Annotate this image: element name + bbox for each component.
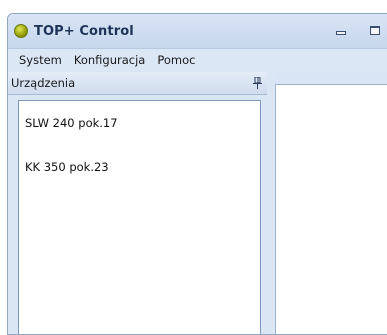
menu-konfiguracja[interactable]: Konfiguracja <box>69 51 150 69</box>
devices-panel-header: Urządzenia <box>8 72 267 95</box>
device-list[interactable]: SLW 240 pok.17 KK 350 pok.23 <box>18 100 261 334</box>
menu-pomoc[interactable]: Pomoc <box>152 51 200 69</box>
maximize-button[interactable] <box>366 22 384 38</box>
menu-system[interactable]: System <box>14 51 67 69</box>
pin-icon[interactable] <box>253 77 262 89</box>
minimize-button[interactable] <box>332 22 350 38</box>
panel-splitter[interactable] <box>267 72 275 334</box>
title-bar[interactable]: TOP+ Control <box>8 14 387 49</box>
devices-panel-title: Urządzenia <box>11 76 76 90</box>
list-item[interactable]: KK 350 pok.23 <box>25 160 109 174</box>
minimize-icon <box>336 31 346 35</box>
window-title: TOP+ Control <box>34 23 134 39</box>
app-window: TOP+ Control System Konfiguracja Pomoc U… <box>7 13 387 335</box>
menu-bar: System Konfiguracja Pomoc <box>8 49 387 71</box>
devices-panel: Urządzenia SLW 240 pok.17 KK 350 pok.23 <box>8 72 267 334</box>
app-icon <box>14 24 28 38</box>
maximize-icon <box>370 25 380 35</box>
list-item[interactable]: SLW 240 pok.17 <box>25 116 118 130</box>
content-pane <box>275 84 387 334</box>
